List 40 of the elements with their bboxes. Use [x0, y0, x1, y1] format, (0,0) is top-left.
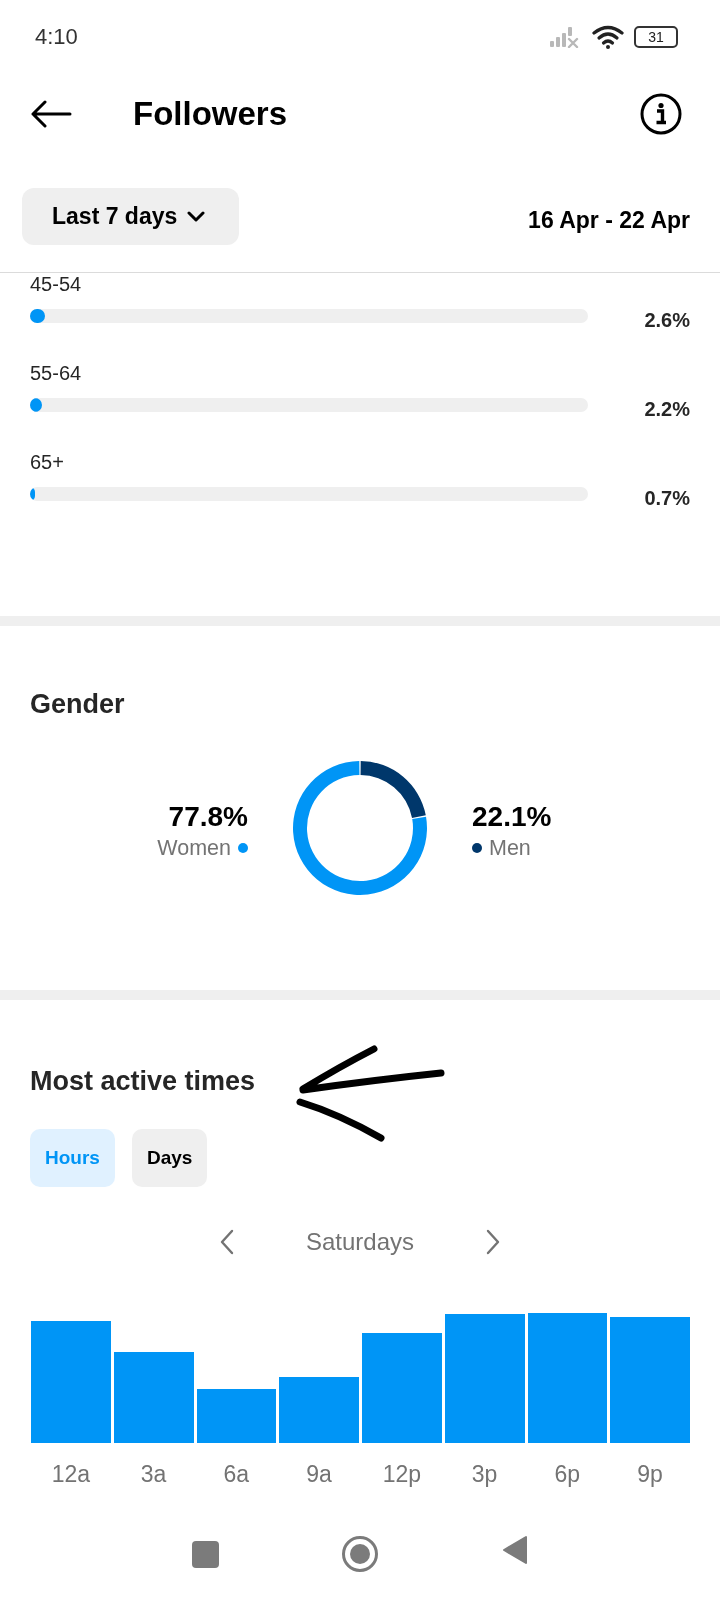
- axis-label: 12a: [50, 1461, 92, 1487]
- wifi-icon: [592, 25, 624, 49]
- age-percentage: 0.7%: [644, 487, 690, 510]
- legend-label: Women: [157, 835, 231, 861]
- age-percentage: 2.6%: [644, 309, 690, 332]
- age-percentage: 2.2%: [644, 398, 690, 421]
- period-label: Saturdays: [305, 1228, 415, 1256]
- recents-square-icon[interactable]: [191, 1541, 219, 1568]
- axis-label: 12p: [381, 1461, 423, 1487]
- gender-percentage: 77.8%: [168, 801, 248, 832]
- axis-label: 6a: [222, 1461, 251, 1487]
- axis-label: 9p: [636, 1461, 664, 1487]
- info-icon: [640, 93, 682, 135]
- home-circle-icon[interactable]: [341, 1535, 379, 1573]
- age-range-label: 55-64: [30, 362, 83, 384]
- axis-label: 9a: [305, 1461, 333, 1487]
- age-range-label: 45-54: [30, 273, 83, 295]
- battery-icon: 31: [634, 26, 678, 48]
- previous-button[interactable]: [219, 1229, 234, 1255]
- back-triangle-icon[interactable]: [502, 1535, 528, 1565]
- back-button[interactable]: [30, 100, 72, 128]
- info-button[interactable]: [640, 93, 682, 135]
- next-button[interactable]: [486, 1229, 501, 1255]
- axis-label: 6p: [553, 1461, 582, 1487]
- back-arrow-icon: [30, 100, 72, 128]
- chevron-right-icon: [486, 1229, 501, 1255]
- section-title: Gender: [30, 689, 126, 719]
- axis-label: 3a: [139, 1461, 168, 1487]
- page-title: Followers: [133, 95, 288, 133]
- gender-percentage: 22.1%: [472, 801, 552, 832]
- status-time: 4:10: [35, 24, 78, 50]
- section-title: Most active times: [30, 1066, 257, 1096]
- legend-label: Men: [489, 835, 531, 861]
- chevron-left-icon: [219, 1229, 234, 1255]
- chevron-down-icon: [187, 211, 206, 222]
- axis-label: 3p: [470, 1461, 499, 1487]
- date-range-text: 16 Apr - 22 Apr: [528, 207, 690, 234]
- view-tab[interactable]: Days: [131, 1129, 208, 1187]
- age-range-label: 65+: [30, 451, 65, 473]
- date-range-dropdown[interactable]: Last 7 days: [22, 188, 240, 245]
